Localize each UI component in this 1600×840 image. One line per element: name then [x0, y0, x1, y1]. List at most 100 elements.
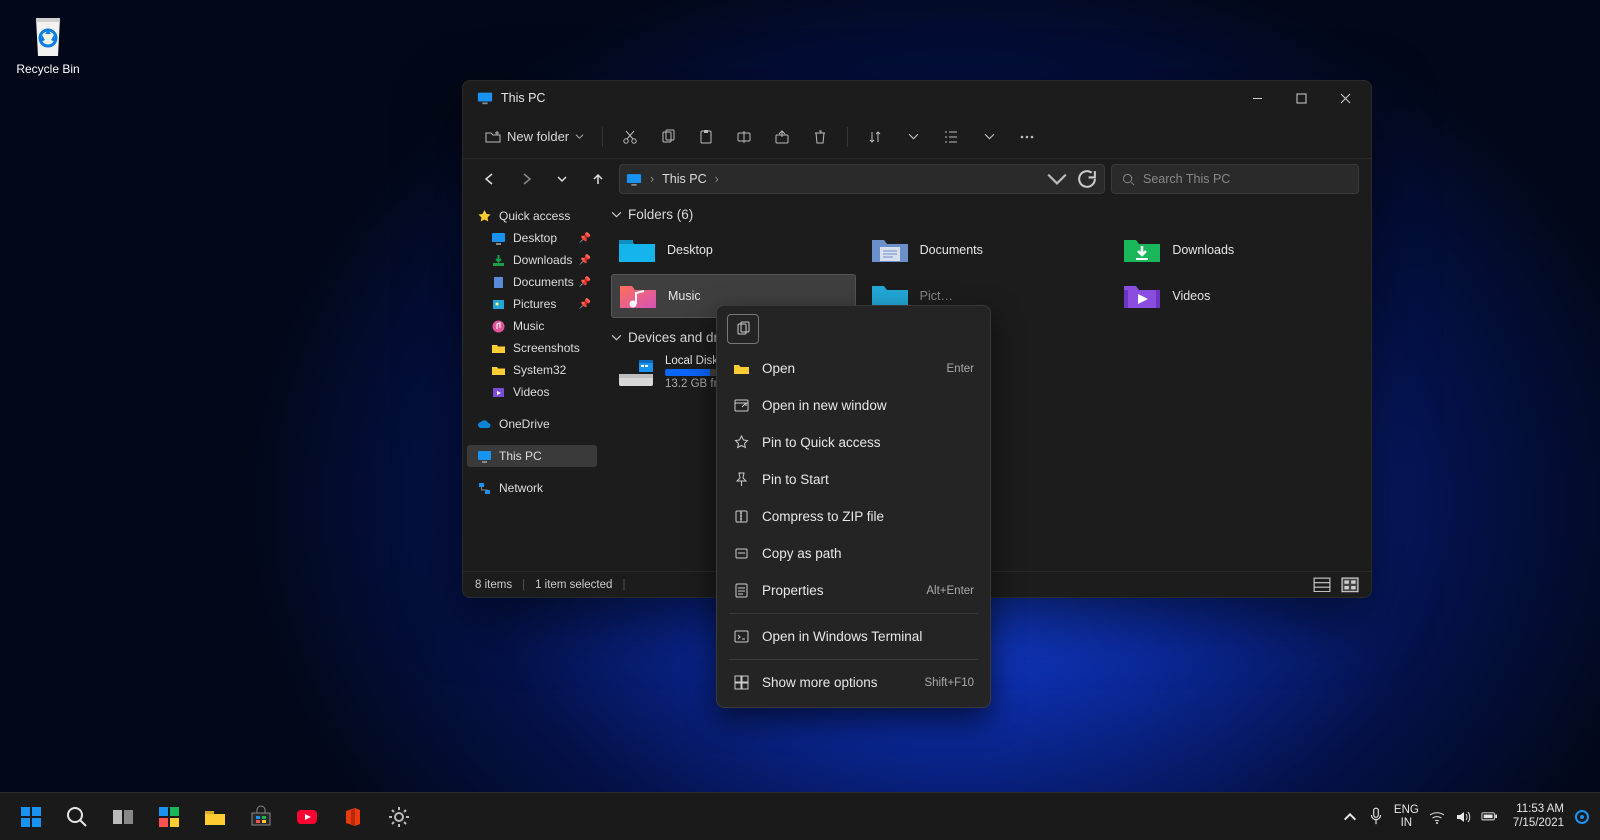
- sidebar-onedrive[interactable]: OneDrive: [467, 413, 597, 435]
- taskbar-settings[interactable]: [378, 797, 420, 837]
- sort-button[interactable]: [858, 122, 892, 152]
- taskbar-store[interactable]: [240, 797, 282, 837]
- task-view-icon: [111, 805, 135, 829]
- widgets-button[interactable]: [148, 797, 190, 837]
- taskbar-explorer[interactable]: [194, 797, 236, 837]
- minimize-button[interactable]: [1235, 81, 1279, 115]
- tray-notifications[interactable]: [1574, 809, 1590, 825]
- pin-icon: 📌: [579, 255, 591, 266]
- folders-section-header[interactable]: Folders (6): [611, 207, 1361, 222]
- folder-videos[interactable]: Videos: [1116, 274, 1361, 318]
- sidebar-this-pc[interactable]: This PC: [467, 445, 597, 467]
- copy-button[interactable]: [651, 122, 685, 152]
- more-button[interactable]: [1010, 122, 1044, 152]
- sidebar-item-desktop[interactable]: Desktop📌: [467, 227, 597, 249]
- delete-button[interactable]: [803, 122, 837, 152]
- cut-button[interactable]: [613, 122, 647, 152]
- maximize-button[interactable]: [1279, 81, 1323, 115]
- search-icon: [1122, 173, 1135, 186]
- task-view-button[interactable]: [102, 797, 144, 837]
- up-button[interactable]: [583, 164, 613, 194]
- sidebar-item-downloads[interactable]: Downloads📌: [467, 249, 597, 271]
- videos-icon: [491, 385, 506, 400]
- recycle-bin-icon: [28, 10, 68, 58]
- share-button[interactable]: [765, 122, 799, 152]
- documents-icon: [491, 275, 506, 290]
- folder-downloads[interactable]: Downloads: [1116, 228, 1361, 272]
- ctx-show-more[interactable]: Show more optionsShift+F10: [723, 664, 984, 701]
- taskbar-office[interactable]: [332, 797, 374, 837]
- folder-icon: [491, 363, 506, 378]
- sidebar-item-music[interactable]: Music: [467, 315, 597, 337]
- music-icon: [491, 319, 506, 334]
- ctx-compress-zip[interactable]: Compress to ZIP file: [723, 498, 984, 535]
- start-button[interactable]: [10, 797, 52, 837]
- sidebar-item-documents[interactable]: Documents📌: [467, 271, 597, 293]
- tray-battery[interactable]: [1481, 809, 1497, 825]
- chevron-down-icon: [908, 131, 919, 142]
- recycle-bin[interactable]: Recycle Bin: [10, 10, 86, 76]
- sort-icon: [867, 129, 883, 145]
- ctx-copy-path[interactable]: Copy as path: [723, 535, 984, 572]
- refresh-button[interactable]: [1076, 168, 1098, 190]
- ctx-pin-quick-access[interactable]: Pin to Quick access: [723, 424, 984, 461]
- gear-icon: [387, 805, 411, 829]
- widgets-icon: [157, 805, 181, 829]
- recent-button[interactable]: [547, 164, 577, 194]
- ctx-open-terminal[interactable]: Open in Windows Terminal: [723, 618, 984, 655]
- titlebar[interactable]: This PC: [463, 81, 1371, 115]
- sidebar-quick-access[interactable]: Quick access: [467, 205, 597, 227]
- sidebar-item-system32[interactable]: System32: [467, 359, 597, 381]
- view-icon: [943, 129, 959, 145]
- cloud-icon: [477, 417, 492, 432]
- desktop-icon: [491, 231, 506, 246]
- sidebar-item-screenshots[interactable]: Screenshots: [467, 337, 597, 359]
- view-button[interactable]: [934, 122, 968, 152]
- rename-button[interactable]: [727, 122, 761, 152]
- ctx-open-new-window[interactable]: Open in new window: [723, 387, 984, 424]
- details-view-button[interactable]: [1313, 577, 1331, 593]
- sort-chevron[interactable]: [896, 122, 930, 152]
- copy-path-icon: [733, 545, 750, 562]
- search-box[interactable]: Search This PC: [1111, 164, 1359, 194]
- tray-chevron-up[interactable]: [1342, 809, 1358, 825]
- view-chevron[interactable]: [972, 122, 1006, 152]
- ctx-open[interactable]: OpenEnter: [723, 350, 984, 387]
- clock[interactable]: 11:53 AM7/15/2021: [1513, 803, 1564, 831]
- paste-button[interactable]: [689, 122, 723, 152]
- language-indicator[interactable]: ENGIN: [1394, 804, 1419, 829]
- drive-icon: [617, 358, 655, 388]
- new-folder-button[interactable]: New folder: [477, 122, 592, 152]
- tray-volume[interactable]: [1455, 809, 1471, 825]
- breadcrumb[interactable]: This PC: [662, 172, 706, 186]
- tray-wifi[interactable]: [1429, 809, 1445, 825]
- windows-icon: [19, 805, 43, 829]
- forward-button[interactable]: [511, 164, 541, 194]
- sidebar-network[interactable]: Network: [467, 477, 597, 499]
- folder-icon: [203, 805, 227, 829]
- star-icon: [477, 209, 492, 224]
- folder-desktop[interactable]: Desktop: [611, 228, 856, 272]
- tray-microphone[interactable]: [1368, 809, 1384, 825]
- this-pc-icon: [626, 173, 642, 186]
- taskbar: ENGIN 11:53 AM7/15/2021: [0, 792, 1600, 840]
- recycle-bin-label: Recycle Bin: [10, 62, 86, 76]
- search-button[interactable]: [56, 797, 98, 837]
- share-icon: [774, 129, 790, 145]
- sidebar-item-pictures[interactable]: Pictures📌: [467, 293, 597, 315]
- folder-documents[interactable]: Documents: [864, 228, 1109, 272]
- address-history-button[interactable]: [1046, 168, 1068, 190]
- icons-view-button[interactable]: [1341, 577, 1359, 593]
- ctx-properties[interactable]: PropertiesAlt+Enter: [723, 572, 984, 609]
- address-bar[interactable]: › This PC ›: [619, 164, 1105, 194]
- sidebar-item-videos[interactable]: Videos: [467, 381, 597, 403]
- close-button[interactable]: [1323, 81, 1367, 115]
- folder-icon: [491, 341, 506, 356]
- youtube-icon: [295, 805, 319, 829]
- ctx-copy-button[interactable]: [727, 314, 759, 344]
- terminal-icon: [733, 628, 750, 645]
- back-button[interactable]: [475, 164, 505, 194]
- ctx-pin-start[interactable]: Pin to Start: [723, 461, 984, 498]
- store-icon: [249, 805, 273, 829]
- taskbar-youtube[interactable]: [286, 797, 328, 837]
